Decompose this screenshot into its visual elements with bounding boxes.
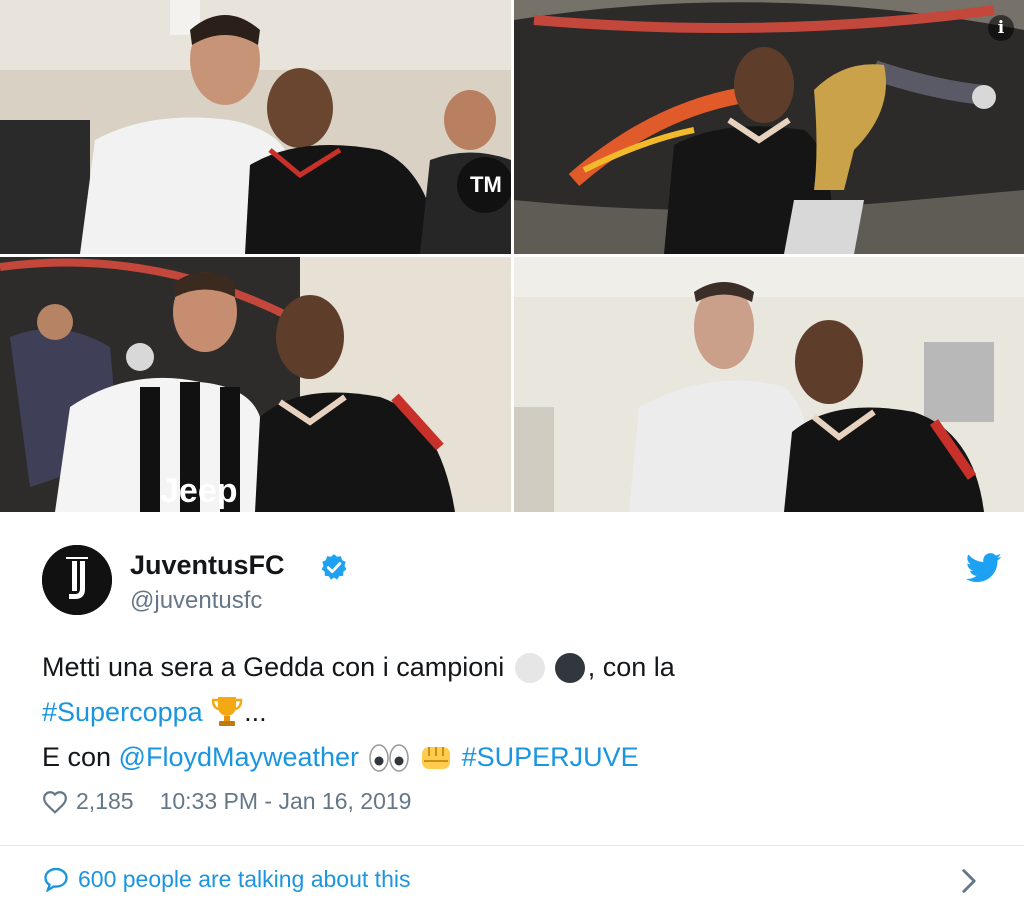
heart-icon[interactable] (42, 790, 68, 820)
verified-badge-icon (320, 553, 348, 586)
black-circle-emoji (550, 652, 588, 697)
text-segment: Metti una sera a Gedda con i campioni (42, 652, 512, 682)
timestamp[interactable]: 10:33 PM - Jan 16, 2019 (160, 788, 412, 814)
avatar[interactable] (42, 545, 112, 615)
photo-chiellini-mayweather[interactable] (514, 257, 1024, 512)
info-icon[interactable]: i (988, 15, 1014, 41)
oncoming-fist-emoji (418, 741, 454, 787)
mention-floydmayweather-link[interactable]: @FloydMayweather (119, 742, 360, 772)
tweet-meta: 2,185 10:33 PM - Jan 16, 2019 (42, 788, 411, 820)
eyes-emoji (367, 742, 411, 787)
white-circle-emoji (512, 652, 550, 697)
ellipsis-text: ... (244, 697, 267, 727)
hashtag-superjuve-link[interactable]: #SUPERJUVE (462, 742, 639, 772)
photo-grid: TM i Jeep (0, 0, 1024, 512)
divider (0, 845, 1024, 846)
svg-text:Jeep: Jeep (160, 472, 238, 510)
text-segment: , con la (587, 652, 675, 682)
text-segment: E con (42, 742, 119, 772)
photo-ronaldo-mayweather[interactable]: TM (0, 0, 511, 254)
author-name[interactable]: JuventusFC (130, 550, 285, 581)
talking-about-text: 600 people are talking about this (78, 866, 411, 892)
hashtag-supercoppa-link[interactable]: #Supercoppa (42, 697, 203, 727)
photo-mayweather-trophy[interactable]: i (514, 0, 1024, 254)
tweet-header: JuventusFC @juventusfc (42, 545, 1002, 617)
author-handle[interactable]: @juventusfc (130, 587, 262, 615)
tweet-line-3: E con @FloydMayweather #SUPERJUVE (42, 735, 982, 780)
talking-about-link[interactable]: 600 people are talking about this (42, 866, 410, 898)
svg-text:TM: TM (470, 172, 502, 197)
photo-pjanic-mayweather[interactable]: Jeep (0, 257, 511, 512)
tweet-line-1: Metti una sera a Gedda con i campioni , … (42, 645, 982, 690)
speech-bubble-icon (42, 866, 70, 898)
like-count[interactable]: 2,185 (76, 788, 134, 814)
tweet-card: TM i Jeep JuventusFC @juventusfc Metti u… (0, 0, 1024, 921)
twitter-bird-icon[interactable] (965, 553, 1002, 588)
tweet-text: Metti una sera a Gedda con i campioni , … (42, 645, 982, 780)
chevron-right-icon[interactable] (960, 868, 978, 899)
